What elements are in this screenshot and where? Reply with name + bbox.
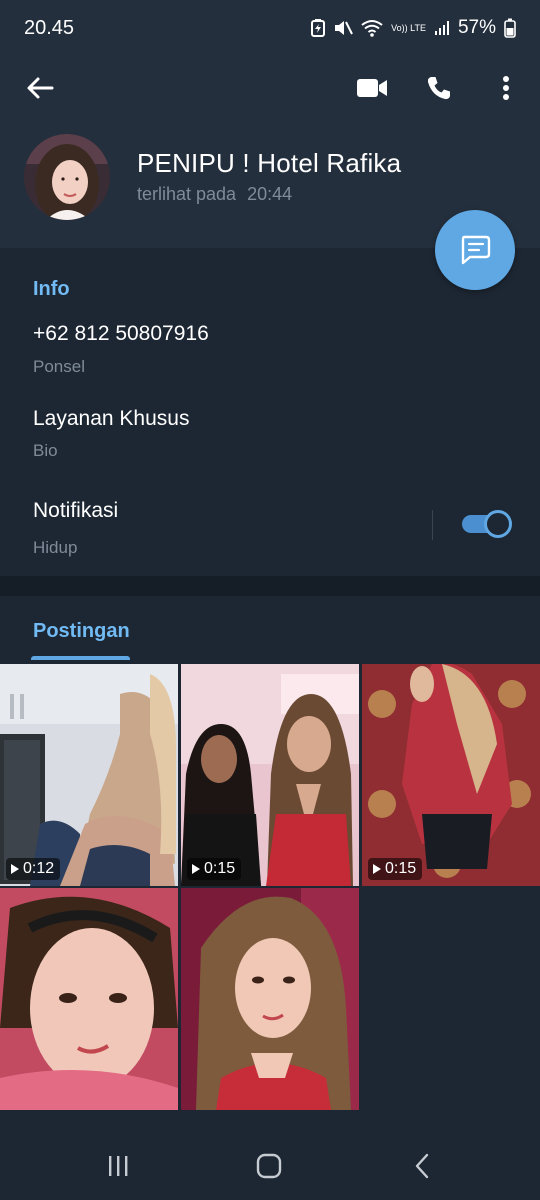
recents-button[interactable]: [98, 1146, 138, 1186]
wifi-icon: [361, 19, 383, 37]
notifications-toggle[interactable]: [460, 510, 512, 538]
message-icon: [461, 235, 491, 265]
status-time: 20.45: [24, 16, 75, 39]
profile-last-seen: terlihat pada 20:44: [137, 184, 298, 205]
info-section: Info +62 812 50807916 Ponsel Layanan Khu…: [0, 248, 540, 576]
phone-icon: [427, 77, 450, 100]
message-button[interactable]: [435, 210, 515, 290]
tab-indicator: [31, 656, 130, 660]
posts-section: Postingan 0:12 0:15 0:15: [0, 596, 540, 1132]
system-nav-bar: [0, 1132, 540, 1200]
video-call-button[interactable]: [352, 68, 392, 108]
battery-saver-icon: [311, 19, 326, 37]
more-menu-button[interactable]: [486, 68, 526, 108]
home-icon: [256, 1153, 282, 1179]
video-duration: 0:15: [204, 860, 236, 877]
media-thumbnail[interactable]: [0, 888, 178, 1110]
last-seen-time: 20:44: [247, 184, 293, 204]
toggle-knob: [484, 510, 512, 538]
video-camera-icon: [357, 79, 387, 97]
recents-icon: [109, 1156, 128, 1176]
status-bar: 20.45 Vo)) LTE 57%: [0, 0, 540, 56]
media-thumbnail[interactable]: 0:15: [181, 664, 359, 886]
phone-number[interactable]: +62 812 50807916: [33, 322, 209, 346]
tab-posts[interactable]: Postingan: [33, 620, 130, 643]
media-thumbnail[interactable]: 0:15: [362, 664, 540, 886]
play-icon: [192, 864, 200, 874]
profile-name: PENIPU ! Hotel Rafika: [137, 148, 402, 178]
video-duration: 0:15: [385, 860, 417, 877]
volte-icon: Vo)) LTE: [391, 22, 426, 33]
nav-back-icon: [415, 1153, 429, 1179]
battery-icon: [504, 18, 516, 38]
home-button[interactable]: [249, 1146, 289, 1186]
play-icon: [11, 864, 19, 874]
play-icon: [373, 864, 381, 874]
voice-call-button[interactable]: [419, 68, 459, 108]
toggle-divider: [432, 510, 433, 540]
video-duration-badge: 0:15: [368, 858, 423, 880]
media-thumbnail[interactable]: [181, 888, 359, 1110]
notifications-title[interactable]: Notifikasi: [33, 499, 118, 523]
bio-label: Bio: [33, 441, 58, 460]
video-duration-badge: 0:15: [187, 858, 242, 880]
signal-icon: [434, 20, 450, 36]
media-thumbnail[interactable]: 0:12: [0, 664, 178, 886]
video-duration-badge: 0:12: [6, 858, 61, 880]
status-icons: Vo)) LTE 57%: [311, 17, 516, 39]
more-vertical-icon: [503, 76, 509, 100]
bio-text[interactable]: Layanan Khusus: [33, 407, 189, 431]
back-button[interactable]: [20, 68, 60, 108]
phone-label: Ponsel: [33, 357, 85, 376]
avatar[interactable]: [24, 134, 110, 220]
notifications-status: Hidup: [33, 538, 78, 557]
battery-percent: 57%: [457, 17, 496, 38]
video-duration: 0:12: [23, 860, 55, 877]
section-separator: [0, 576, 540, 596]
mute-icon: [333, 19, 354, 37]
info-title: Info: [33, 278, 70, 300]
last-seen-label: terlihat pada: [137, 184, 237, 204]
nav-back-button[interactable]: [402, 1146, 442, 1186]
arrow-left-icon: [27, 77, 54, 99]
